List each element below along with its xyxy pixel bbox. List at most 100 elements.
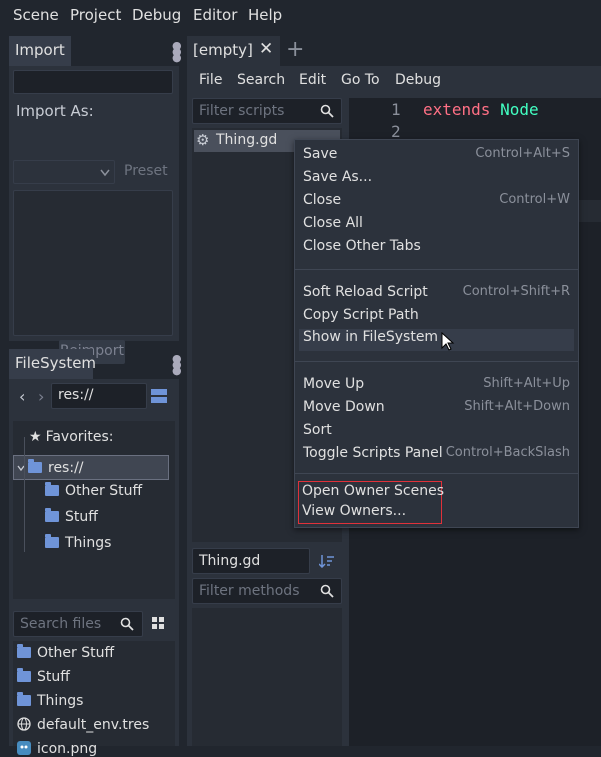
sort-icon[interactable] bbox=[319, 554, 335, 568]
menu-item-toggle-scripts-panel[interactable]: Toggle Scripts Panel Control+BackSlash bbox=[303, 445, 570, 467]
filesystem-tree: ★ Favorites: res:// Other Stuff Stuff Thi… bbox=[13, 421, 175, 599]
menu-help[interactable]: Help bbox=[248, 6, 282, 24]
tree-folder-row[interactable]: Stuff bbox=[45, 508, 98, 525]
filter-methods-placeholder: Filter methods bbox=[199, 583, 300, 599]
menu-item-close-other-tabs[interactable]: Close Other Tabs bbox=[303, 238, 570, 260]
menu-scene[interactable]: Scene bbox=[13, 6, 59, 24]
file-list-item[interactable]: default_env.tres bbox=[17, 717, 149, 733]
file-list-item[interactable]: icon.png bbox=[17, 741, 97, 757]
folder-icon bbox=[17, 644, 31, 658]
search-icon bbox=[120, 617, 134, 631]
tree-root-label: res:// bbox=[48, 460, 84, 476]
menu-item-shortcut: Control+W bbox=[499, 192, 570, 207]
path-field[interactable]: res:// bbox=[51, 383, 147, 409]
tree-folder-label: Things bbox=[65, 535, 112, 551]
back-arrow-icon[interactable]: ‹ bbox=[19, 387, 25, 406]
menu-item-sort[interactable]: Sort bbox=[303, 422, 570, 444]
import-file-field bbox=[13, 70, 173, 94]
menu-item-label: Show in FileSystem bbox=[303, 329, 439, 345]
menu-item-save[interactable]: Save Control+Alt+S bbox=[303, 146, 570, 168]
method-list bbox=[192, 608, 342, 746]
file-name: Things bbox=[37, 693, 84, 709]
menu-item-shortcut: Shift+Alt+Up bbox=[483, 376, 570, 391]
main-menubar: Scene Project Debug Editor Help bbox=[0, 0, 601, 32]
editor-menubar: File Search Edit Go To Debug bbox=[187, 66, 601, 94]
line-number: 1 bbox=[391, 100, 401, 119]
close-icon[interactable]: ✕ bbox=[259, 39, 273, 59]
preset-button[interactable]: Preset bbox=[124, 163, 168, 179]
menu-item-label: View Owners... bbox=[302, 503, 407, 519]
menu-item-move-up[interactable]: Move Up Shift+Alt+Up bbox=[303, 376, 570, 398]
menu-project[interactable]: Project bbox=[70, 6, 121, 24]
tree-root-row[interactable]: res:// bbox=[13, 455, 169, 480]
editor-menu-file[interactable]: File bbox=[199, 72, 222, 88]
menu-item-label: Toggle Scripts Panel bbox=[303, 445, 443, 461]
menu-item-copy-script-path[interactable]: Copy Script Path bbox=[303, 307, 570, 329]
tree-folder-label: Other Stuff bbox=[65, 483, 143, 499]
menu-separator bbox=[295, 473, 578, 474]
file-list-item[interactable]: Things bbox=[17, 692, 84, 709]
forward-arrow-icon[interactable]: › bbox=[38, 387, 44, 406]
menu-separator bbox=[295, 361, 578, 362]
import-dock: Import ●●● Import As: Preset Reimport bbox=[9, 36, 182, 364]
menu-separator bbox=[295, 269, 578, 270]
tab-label: [empty] bbox=[193, 41, 253, 59]
file-name: icon.png bbox=[37, 741, 98, 757]
import-as-label: Import As: bbox=[16, 102, 94, 120]
grid-view-icon[interactable] bbox=[152, 617, 165, 630]
menu-item-shortcut: Control+Shift+R bbox=[462, 284, 570, 299]
file-list-item[interactable]: Stuff bbox=[17, 668, 70, 685]
file-name: Other Stuff bbox=[37, 645, 115, 661]
folder-icon bbox=[45, 508, 59, 522]
mouse-cursor-icon bbox=[441, 332, 455, 351]
tab-filesystem[interactable]: FileSystem bbox=[9, 349, 96, 379]
script-item-label: Thing.gd bbox=[216, 132, 278, 148]
tab-empty[interactable]: [empty] ✕ bbox=[187, 36, 280, 66]
editor-menu-goto[interactable]: Go To bbox=[341, 72, 380, 88]
search-icon bbox=[320, 104, 334, 118]
menu-item-move-down[interactable]: Move Down Shift+Alt+Down bbox=[303, 399, 570, 421]
tree-folder-row[interactable]: Other Stuff bbox=[45, 482, 143, 499]
menu-editor[interactable]: Editor bbox=[193, 6, 237, 24]
add-tab-icon[interactable]: + bbox=[286, 37, 304, 62]
dock-menu-icon[interactable]: ● ● ● bbox=[172, 353, 182, 376]
menu-item-label: Close All bbox=[303, 215, 363, 231]
menu-item-label: Save bbox=[303, 146, 338, 162]
filesystem-dock: FileSystem ● ● ● ‹ › res:// ★ Favorites: re… bbox=[9, 349, 182, 757]
menu-item-close[interactable]: Close Control+W bbox=[303, 192, 570, 214]
code-line-1: extends Node bbox=[423, 100, 539, 119]
split-view-icon[interactable] bbox=[151, 388, 167, 404]
menu-item-shortcut: Control+BackSlash bbox=[445, 445, 570, 460]
menu-item-label: Sort bbox=[303, 422, 332, 438]
folder-icon bbox=[45, 534, 59, 548]
tree-folder-row[interactable]: Things bbox=[45, 534, 112, 551]
favorites-row[interactable]: ★ Favorites: bbox=[29, 429, 114, 445]
favorites-label: Favorites: bbox=[45, 429, 114, 445]
menu-item-view-owners[interactable]: View Owners... bbox=[302, 503, 570, 525]
menu-item-show-in-filesystem[interactable]: Show in FileSystem bbox=[299, 329, 574, 351]
menu-item-soft-reload[interactable]: Soft Reload Script Control+Shift+R bbox=[303, 284, 570, 306]
menu-item-open-owner-scenes[interactable]: Open Owner Scenes bbox=[302, 483, 570, 505]
import-as-dropdown[interactable] bbox=[13, 160, 115, 184]
star-icon: ★ bbox=[29, 429, 42, 445]
editor-menu-edit[interactable]: Edit bbox=[299, 72, 326, 88]
menu-item-label: Soft Reload Script bbox=[303, 284, 428, 300]
filter-scripts-placeholder: Filter scripts bbox=[199, 103, 285, 119]
current-script-field: Thing.gd bbox=[192, 548, 310, 574]
tab-import[interactable]: Import bbox=[9, 36, 71, 66]
menu-debug[interactable]: Debug bbox=[132, 6, 181, 24]
folder-icon bbox=[28, 459, 42, 473]
file-list-item[interactable]: Other Stuff bbox=[17, 644, 115, 661]
editor-menu-search[interactable]: Search bbox=[237, 72, 285, 88]
menu-item-save-as[interactable]: Save As... bbox=[303, 169, 570, 191]
menu-item-shortcut: Shift+Alt+Down bbox=[464, 399, 570, 414]
tree-folder-label: Stuff bbox=[65, 509, 98, 525]
menu-item-close-all[interactable]: Close All bbox=[303, 215, 570, 237]
dock-menu-icon[interactable]: ● ● ● bbox=[172, 40, 182, 63]
menu-item-shortcut: Control+Alt+S bbox=[475, 146, 570, 161]
editor-menu-debug[interactable]: Debug bbox=[395, 72, 441, 88]
menu-item-label: Copy Script Path bbox=[303, 307, 419, 323]
menu-item-label: Open Owner Scenes bbox=[302, 483, 444, 499]
folder-icon bbox=[17, 668, 31, 682]
file-name: Stuff bbox=[37, 669, 70, 685]
